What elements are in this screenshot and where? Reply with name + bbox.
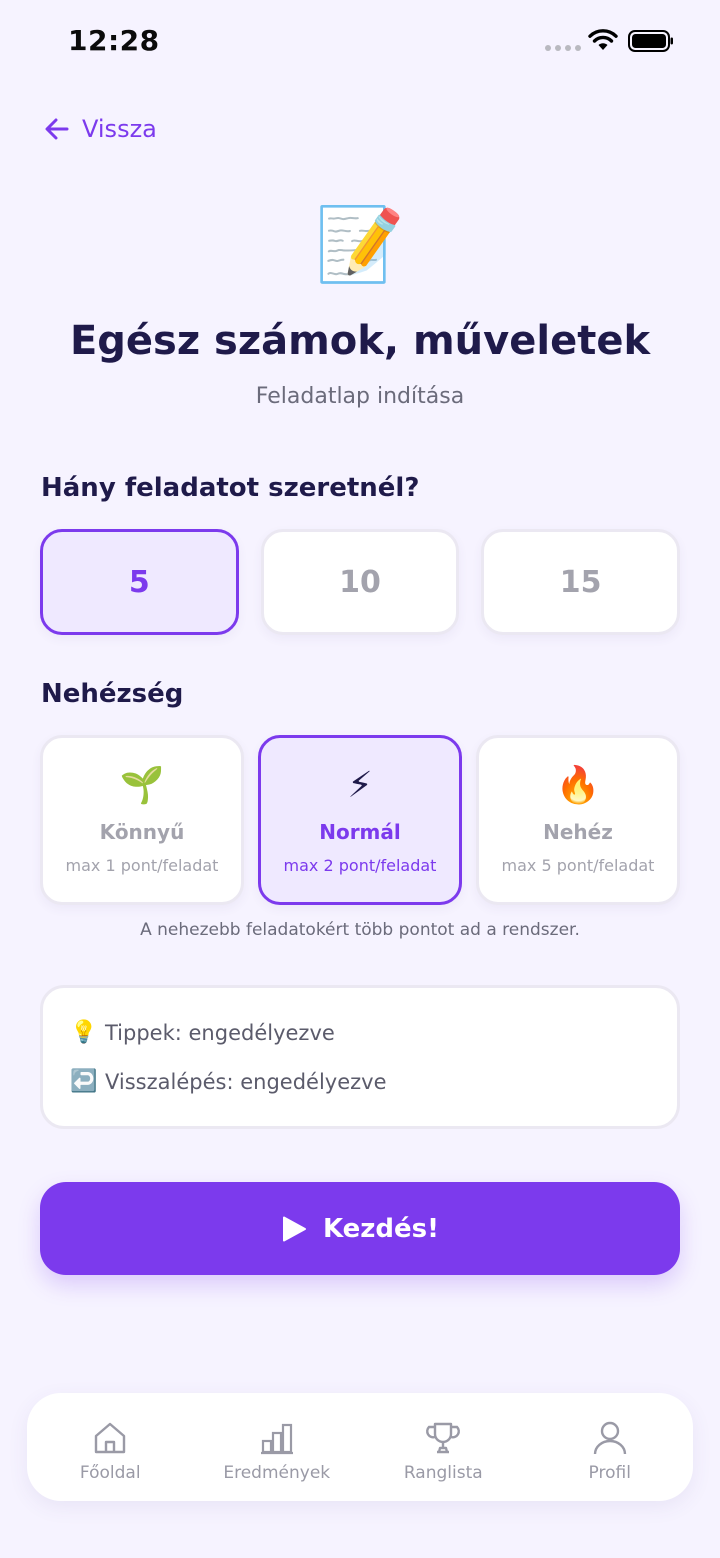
difficulty-points: max 1 pont/feladat: [65, 856, 219, 875]
difficulty-option-normal[interactable]: ⚡ Normál max 2 pont/feladat: [258, 735, 462, 905]
back-step-text: Visszalépés: engedélyezve: [105, 1069, 387, 1094]
tab-leaderboard[interactable]: Ranglista: [360, 1393, 527, 1501]
back-button[interactable]: Vissza: [42, 114, 157, 144]
page-subtitle: Feladatlap indítása: [255, 384, 465, 409]
difficulty-options: 🌱 Könnyű max 1 pont/feladat ⚡ Normál max…: [40, 735, 680, 905]
tab-label: Profil: [588, 1463, 631, 1483]
tab-label: Ranglista: [403, 1463, 483, 1483]
memo-icon: 📝: [315, 202, 405, 286]
difficulty-points: max 5 pont/feladat: [501, 856, 655, 875]
hints-text: Tippek: engedélyezve: [105, 1020, 335, 1045]
start-button-label: Kezdés!: [322, 1213, 440, 1244]
tab-profile[interactable]: Profil: [527, 1393, 694, 1501]
difficulty-label: Nehéz: [543, 820, 613, 844]
difficulty-label: Normál: [319, 820, 401, 844]
start-button[interactable]: Kezdés!: [40, 1182, 680, 1275]
bar-chart-icon: [260, 1423, 293, 1455]
arrow-left-icon: [45, 118, 69, 140]
task-count-heading: Hány feladatot szeretnél?: [41, 473, 420, 503]
fire-icon: 🔥: [555, 765, 601, 806]
hints-info: 💡 Tippek: engedélyezve: [69, 1020, 335, 1045]
difficulty-note: A nehezebb feladatokért több pontot ad a…: [140, 920, 580, 940]
lightbulb-icon: 💡: [70, 1020, 98, 1045]
back-step-info: ↩️ Visszalépés: engedélyezve: [69, 1069, 387, 1094]
status-bar: 12:28: [0, 0, 720, 84]
lightning-icon: ⚡: [347, 765, 373, 806]
trophy-icon: [426, 1422, 461, 1454]
tab-results[interactable]: Eredmények: [194, 1393, 361, 1501]
tab-home[interactable]: Főoldal: [27, 1393, 194, 1501]
battery-icon: [628, 30, 673, 52]
return-arrow-icon: ↩️: [70, 1069, 98, 1094]
count-option-10[interactable]: 10: [260, 529, 460, 635]
tab-label: Főoldal: [79, 1463, 141, 1483]
play-icon: [282, 1216, 306, 1241]
difficulty-points: max 2 pont/feladat: [283, 856, 437, 875]
signal-icon: [545, 45, 581, 51]
wifi-icon: [588, 29, 618, 50]
settings-info-card: 💡 Tippek: engedélyezve ↩️ Visszalépés: e…: [40, 985, 680, 1129]
difficulty-label: Könnyű: [99, 820, 185, 844]
back-label: Vissza: [82, 115, 157, 143]
count-option-5[interactable]: 5: [40, 529, 239, 635]
user-icon: [593, 1421, 626, 1455]
seedling-icon: 🌱: [119, 765, 165, 806]
count-option-15[interactable]: 15: [481, 529, 681, 635]
difficulty-option-hard[interactable]: 🔥 Nehéz max 5 pont/feladat: [476, 735, 680, 905]
bottom-tab-bar: Főoldal Eredmények Ranglista Profil: [27, 1393, 693, 1501]
tab-label: Eredmények: [223, 1463, 331, 1483]
task-count-options: 5 10 15: [40, 529, 681, 635]
home-icon: [95, 1422, 126, 1454]
difficulty-heading: Nehézség: [41, 679, 184, 709]
status-time: 12:28: [68, 24, 160, 57]
difficulty-option-easy[interactable]: 🌱 Könnyű max 1 pont/feladat: [40, 735, 244, 905]
page-title: Egész számok, műveletek: [69, 318, 651, 364]
